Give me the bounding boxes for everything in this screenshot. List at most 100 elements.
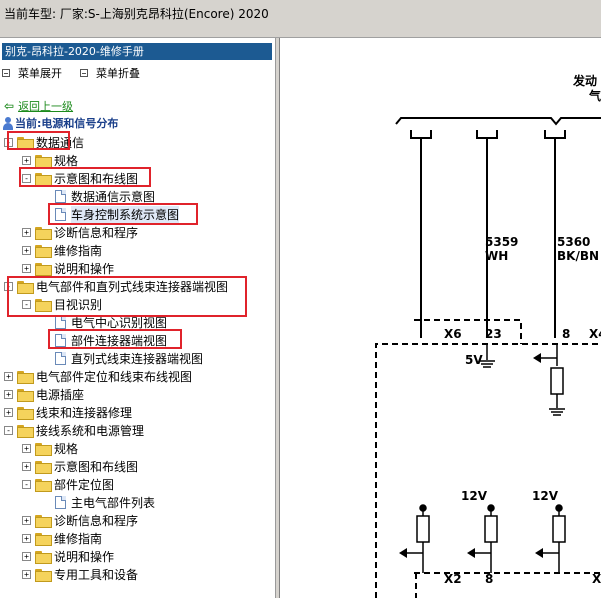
folder-icon — [17, 406, 34, 420]
folder-icon — [35, 226, 52, 240]
tree-item-component-locations[interactable]: + 电气部件定位和线束布线视图 — [4, 367, 192, 385]
tree-item-label[interactable]: 电源插座 — [36, 386, 84, 403]
folder-open-icon — [35, 478, 52, 492]
current-location-icon — [3, 116, 13, 130]
back-row[interactable]: ⇦ 返回上一级 — [4, 99, 73, 113]
menu-collapse-button[interactable]: 菜单折叠 — [96, 65, 140, 81]
tree-item-inline-connector-view[interactable]: 直列式线束连接器端视图 — [55, 349, 203, 367]
tree-item-label[interactable]: 数据通信示意图 — [71, 188, 155, 205]
expand-toggle-icon[interactable]: + — [22, 461, 31, 471]
collapse-toggle-icon[interactable]: - — [22, 479, 31, 489]
tree-item-label[interactable]: 直列式线束连接器端视图 — [71, 350, 203, 367]
tree-item-label[interactable]: 示意图和布线图 — [54, 458, 138, 475]
expand-toggle-icon[interactable]: + — [4, 389, 13, 399]
collapse-icon[interactable] — [80, 69, 88, 77]
expand-toggle-icon[interactable]: + — [22, 569, 31, 579]
tree-item-label[interactable]: 接线系统和电源管理 — [36, 422, 144, 439]
back-link[interactable]: 返回上一级 — [18, 98, 73, 114]
manual-title: 别克-昂科拉-2020-维修手册 — [2, 43, 272, 60]
tree-item-specifications-2[interactable]: + 规格 — [22, 439, 78, 457]
wiring-diagram: 发动 气 5359 WH 5360 BK/BN X6 23 8 X4 5V 12… — [375, 73, 601, 598]
highlight-box — [19, 167, 151, 187]
tree-item-main-component-list[interactable]: 主电气部件列表 — [55, 493, 155, 511]
voltage-12v-label: 12V — [532, 489, 559, 503]
tree-item-label[interactable]: 说明和操作 — [54, 548, 114, 565]
tree-item-label[interactable]: 规格 — [54, 440, 78, 457]
tree-item-label[interactable]: 电气部件定位和线束布线视图 — [36, 368, 192, 385]
title-bar: 当前车型: 厂家:S-上海别克昂科拉(Encore) 2020 — [0, 0, 601, 38]
connector-x6-label: X6 — [444, 327, 462, 341]
tree-item-label[interactable]: 说明和操作 — [54, 260, 114, 277]
document-icon — [55, 351, 66, 365]
expand-toggle-icon[interactable]: + — [22, 515, 31, 525]
diagram-header-bottom: 气 — [588, 88, 601, 103]
tree-item-label[interactable]: 诊断信息和程序 — [54, 512, 138, 529]
expand-toggle-icon[interactable]: + — [22, 245, 31, 255]
tree-item-label[interactable]: 线束和连接器修理 — [36, 404, 132, 421]
tree-item-repair-guide-2[interactable]: + 维修指南 — [22, 529, 102, 547]
tree-item-wiring-power-management[interactable]: - 接线系统和电源管理 — [4, 421, 144, 439]
highlight-box — [48, 203, 198, 225]
wiring-diagram-pane: 发动 气 5359 WH 5360 BK/BN X6 23 8 X4 5V 12… — [281, 38, 601, 598]
folder-open-icon — [17, 424, 34, 438]
highlight-box — [7, 131, 70, 150]
folder-icon — [35, 568, 52, 582]
tree-item-harness-repair[interactable]: + 线束和连接器修理 — [4, 403, 132, 421]
highlight-box — [48, 329, 182, 349]
voltage-5v-label: 5V — [465, 353, 483, 367]
document-icon — [55, 315, 66, 329]
tree-item-component-location-diagram[interactable]: - 部件定位图 — [22, 475, 114, 493]
expand-toggle-icon[interactable]: + — [22, 155, 31, 165]
expand-toggle-icon[interactable]: + — [22, 551, 31, 561]
current-location-label: 当前:电源和信号分布 — [15, 117, 119, 130]
tree-item-label[interactable]: 维修指南 — [54, 242, 102, 259]
current-vehicle-text: 当前车型: 厂家:S-上海别克昂科拉(Encore) 2020 — [4, 7, 269, 21]
folder-icon — [35, 514, 52, 528]
tree-item-schematics-2[interactable]: + 示意图和布线图 — [22, 457, 138, 475]
folder-icon — [35, 460, 52, 474]
tree-item-description-2[interactable]: + 说明和操作 — [22, 547, 114, 565]
tree-item-label[interactable]: 专用工具和设备 — [54, 566, 138, 583]
expand-icon[interactable] — [2, 69, 10, 77]
expand-toggle-icon[interactable]: + — [22, 263, 31, 273]
tree-item-diagnostics-2[interactable]: + 诊断信息和程序 — [22, 511, 138, 529]
folder-icon — [35, 244, 52, 258]
wire-b-color: BK/BN — [557, 249, 599, 263]
collapse-toggle-icon[interactable]: - — [4, 425, 13, 435]
navigation-pane: 别克-昂科拉-2020-维修手册 菜单展开 菜单折叠 ⇦ 返回上一级 当前:电源… — [0, 38, 276, 598]
tree-item-repair-guide[interactable]: + 维修指南 — [22, 241, 102, 259]
tree-item-description[interactable]: + 说明和操作 — [22, 259, 114, 277]
pane-splitter[interactable] — [276, 38, 280, 598]
expand-toggle-icon[interactable]: + — [4, 407, 13, 417]
folder-icon — [35, 154, 52, 168]
pin-8-label: 8 — [562, 327, 570, 341]
folder-icon — [35, 550, 52, 564]
tree-item-diagnostics[interactable]: + 诊断信息和程序 — [22, 223, 138, 241]
pin-23-label: 23 — [485, 327, 502, 341]
expand-toggle-icon[interactable]: + — [22, 533, 31, 543]
tree-item-label[interactable]: 主电气部件列表 — [71, 494, 155, 511]
document-icon — [55, 495, 66, 509]
pin-8-bottom-label: 8 — [485, 572, 493, 586]
tree-item-power-outlets[interactable]: + 电源插座 — [4, 385, 84, 403]
connector-x-label: X — [592, 572, 601, 586]
back-arrow-icon[interactable]: ⇦ — [4, 99, 14, 113]
tree-item-label[interactable]: 诊断信息和程序 — [54, 224, 138, 241]
tree-item-label[interactable]: 部件定位图 — [54, 476, 114, 493]
tree-item-special-tools[interactable]: + 专用工具和设备 — [22, 565, 138, 583]
wire-a-circuit-number: 5359 — [485, 235, 518, 249]
folder-icon — [35, 262, 52, 276]
expand-toggle-icon[interactable]: + — [4, 371, 13, 381]
document-icon — [55, 189, 66, 203]
folder-icon — [17, 388, 34, 402]
tree-item-label[interactable]: 规格 — [54, 152, 78, 169]
tree-item-label[interactable]: 维修指南 — [54, 530, 102, 547]
expand-toggle-icon[interactable]: + — [22, 227, 31, 237]
wire-b-circuit-number: 5360 — [557, 235, 590, 249]
menu-expand-button[interactable]: 菜单展开 — [18, 65, 62, 81]
wire-a-color: WH — [485, 249, 508, 263]
connector-x4-label: X4 — [589, 327, 601, 341]
voltage-12v-label: 12V — [461, 489, 488, 503]
expand-toggle-icon[interactable]: + — [22, 443, 31, 453]
diagram-header-top: 发动 — [572, 73, 597, 88]
